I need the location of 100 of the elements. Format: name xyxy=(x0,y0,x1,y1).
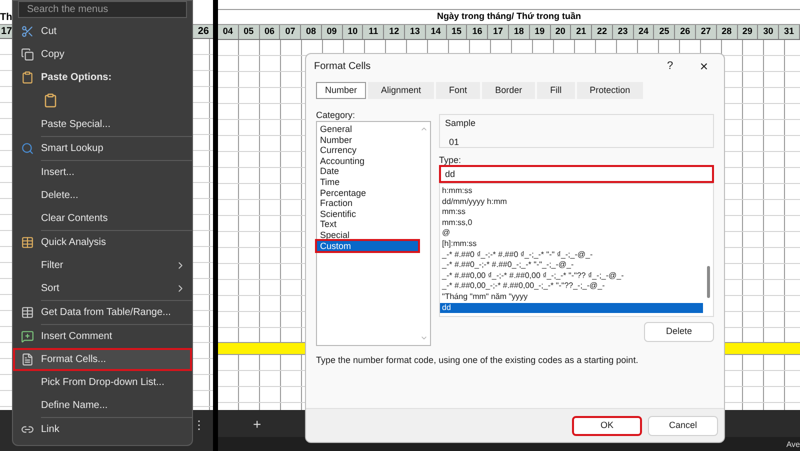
day-cell: 06 xyxy=(260,25,280,39)
dialog-button[interactable]: OK xyxy=(572,416,642,436)
day-cell: 04 xyxy=(218,25,239,39)
format-item[interactable]: _-* #.##0 ₫_-;-* #.##0 ₫_-;_-* "-" ₫_-;_-@_- xyxy=(440,250,703,260)
scroll-up-icon[interactable] xyxy=(420,125,428,133)
day-cell: 17 xyxy=(488,25,509,39)
table-icon xyxy=(20,306,34,319)
category-item[interactable]: Custom xyxy=(317,240,418,252)
day-cell: 12 xyxy=(384,25,406,39)
dialog-tab[interactable]: Border xyxy=(482,82,536,99)
sheet-title: Ngày trong tháng/ Thứ trong tuần xyxy=(437,10,581,24)
document-icon xyxy=(20,353,34,366)
menu-item[interactable]: Cut xyxy=(13,20,192,43)
day-cell: 28 xyxy=(716,25,738,39)
day-cell: 20 xyxy=(550,25,572,39)
menu-item[interactable]: Paste Special... xyxy=(13,113,192,136)
day-cell: 11 xyxy=(363,25,384,39)
day-cell: 13 xyxy=(405,25,426,39)
menu-item[interactable]: Delete... xyxy=(13,184,192,207)
day-cell: 14 xyxy=(426,25,447,39)
format-item[interactable]: [h]:mm:ss xyxy=(440,238,703,250)
day-cell: 31 xyxy=(779,25,800,39)
menu-item[interactable]: Link xyxy=(13,418,192,441)
category-list[interactable]: General Number Currency Accounting Date Time Percentage Fraction Scientific Text Special Custom xyxy=(316,121,431,346)
dialog-tab[interactable]: Fill xyxy=(537,82,575,99)
menu-item[interactable]: Clear Contents xyxy=(13,207,192,230)
dialog-tab[interactable]: Number xyxy=(316,82,366,99)
day-cell-text: 17 xyxy=(1,25,12,39)
menu-item[interactable]: Insert Comment xyxy=(13,325,192,348)
day-cell: 27 xyxy=(696,25,717,39)
menu-section-header: Paste Options: xyxy=(13,66,192,89)
dialog-tab[interactable]: Font xyxy=(436,82,480,99)
menu-item[interactable]: Sort xyxy=(13,277,192,300)
day-cell: 15 xyxy=(446,25,468,39)
format-item[interactable]: _-* #.##0,00 ₫_-;-* #.##0,00 ₫_-;_-* "-"?? ₫_-;_-@_- xyxy=(440,270,703,282)
help-button[interactable]: ? xyxy=(660,58,680,74)
category-item[interactable]: Date xyxy=(317,166,418,177)
category-item[interactable]: Time xyxy=(317,176,418,188)
dialog-button[interactable]: Cancel xyxy=(648,416,718,436)
day-cell: 24 xyxy=(634,25,654,39)
dialog-tab[interactable]: Protection xyxy=(576,82,644,99)
day-cell: 07 xyxy=(280,25,302,39)
category-item[interactable]: Text xyxy=(317,219,418,230)
menu-item[interactable]: Pick From Drop-down List... xyxy=(13,371,192,394)
add-sheet-button[interactable]: + xyxy=(253,416,262,430)
search-field[interactable]: Search the menus xyxy=(18,1,187,18)
format-item[interactable]: dd/mm/yyyy h:mm xyxy=(440,196,703,208)
category-item[interactable]: Currency xyxy=(317,145,418,156)
format-item[interactable]: mm:ss,0 xyxy=(440,218,703,228)
search-icon xyxy=(20,142,34,155)
format-list[interactable] xyxy=(439,183,714,317)
day-cell-text: 26 xyxy=(198,25,210,39)
scroll-down-icon[interactable] xyxy=(420,334,428,342)
category-item[interactable]: Number xyxy=(317,134,418,146)
category-item[interactable]: Accounting xyxy=(317,156,418,166)
day-cell: 09 xyxy=(322,25,343,39)
menu-item[interactable]: Define Name... xyxy=(13,394,192,417)
day-cell: 19 xyxy=(530,25,550,39)
category-item[interactable]: Special xyxy=(317,230,418,241)
format-item[interactable]: @ xyxy=(440,228,703,239)
comment-icon xyxy=(20,330,34,343)
menu-item[interactable]: Format Cells... xyxy=(13,348,192,371)
more-button[interactable]: ⋮ xyxy=(193,416,205,434)
format-item[interactable]: h:mm:ss xyxy=(440,186,703,197)
copy-icon xyxy=(20,48,34,61)
sample-label: Sample xyxy=(445,117,477,130)
menu-item[interactable]: Get Data from Table/Range... xyxy=(13,301,192,324)
menu-item[interactable]: Smart Lookup xyxy=(13,137,192,160)
type-field[interactable]: dd xyxy=(439,165,714,183)
dialog-title: Format Cells xyxy=(314,60,372,74)
chart-table-icon xyxy=(20,236,34,249)
day-cell: 29 xyxy=(738,25,758,39)
delete-button[interactable]: Delete xyxy=(644,322,714,342)
day-cell: 08 xyxy=(301,25,322,39)
category-item[interactable]: General xyxy=(317,124,418,135)
category-item[interactable]: Percentage xyxy=(317,188,418,198)
scrollbar-thumb[interactable] xyxy=(707,266,710,298)
format-item[interactable]: _-* #.##0_-;-* #.##0_-;_-* "-"_-;_-@_- xyxy=(440,260,703,271)
day-cell: 05 xyxy=(238,25,260,39)
paste-text-icon[interactable] xyxy=(43,92,59,110)
menu-item[interactable]: Quick Analysis xyxy=(13,231,192,254)
day-cell: 23 xyxy=(612,25,634,39)
type-label: Type: xyxy=(439,154,462,165)
menu-item[interactable]: Filter xyxy=(13,254,192,277)
format-item[interactable]: mm:ss xyxy=(440,207,703,218)
format-item[interactable]: _-* #.##0,00_-;-* #.##0,00_-;_-* "-"??_-;_-@_- xyxy=(440,281,703,292)
format-item[interactable]: dd xyxy=(440,302,703,314)
day-cell: 18 xyxy=(508,25,530,39)
dialog-tab[interactable]: Alignment xyxy=(368,82,434,99)
day-cell: 21 xyxy=(571,25,592,39)
day-cell: 16 xyxy=(467,25,488,39)
category-item[interactable]: Fraction xyxy=(317,198,418,209)
category-item[interactable]: Scientific xyxy=(317,208,418,220)
day-cell: 22 xyxy=(592,25,613,39)
format-item[interactable]: "Tháng "mm" năm "yyyy xyxy=(440,292,703,303)
menu-item[interactable]: Insert... xyxy=(13,161,192,184)
day-cell: 10 xyxy=(342,25,364,39)
close-button[interactable]: × xyxy=(694,59,714,73)
menu-item[interactable]: Copy xyxy=(13,43,192,66)
day-cell: 26 xyxy=(675,25,696,39)
